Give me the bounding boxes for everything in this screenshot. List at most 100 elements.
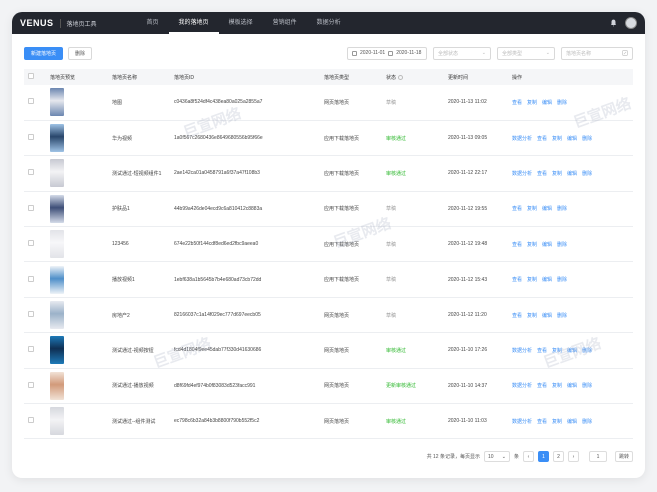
view-link[interactable]: 查看: [512, 206, 522, 212]
row-checkbox[interactable]: [28, 417, 34, 424]
view-link[interactable]: 查看: [537, 171, 547, 177]
view-link[interactable]: 查看: [537, 383, 547, 389]
table-row[interactable]: 护肤品1 44b99a426de04ecd9c6a810412c8883a 应用下载…: [24, 191, 633, 228]
nav-my-pages[interactable]: 我的落地页: [168, 12, 219, 34]
select-all-cell[interactable]: [24, 69, 46, 85]
search-icon[interactable]: [622, 50, 628, 56]
page-thumbnail[interactable]: [50, 159, 64, 188]
delete-link[interactable]: 删除: [582, 383, 592, 389]
copy-link[interactable]: 复制: [552, 419, 562, 425]
delete-link[interactable]: 删除: [582, 348, 592, 354]
row-select-cell[interactable]: [24, 85, 46, 121]
bell-icon[interactable]: [610, 19, 617, 27]
edit-link[interactable]: 编辑: [542, 100, 552, 106]
date-range-picker[interactable]: 2020-11-01 2020-11-18: [347, 46, 427, 60]
analytics-link[interactable]: 数据分析: [512, 383, 532, 389]
analytics-link[interactable]: 数据分析: [512, 171, 532, 177]
page-thumbnail[interactable]: [50, 371, 64, 400]
row-checkbox[interactable]: [28, 381, 34, 388]
create-page-button[interactable]: 新建落地页: [24, 46, 64, 60]
nav-analytics[interactable]: 数据分析: [307, 12, 351, 34]
nav-components[interactable]: 营销组件: [263, 12, 307, 34]
table-row[interactable]: 测试通过-视频按钮 fcd4d1804f9ee45dab77f330d416306…: [24, 332, 633, 369]
view-link[interactable]: 查看: [512, 313, 522, 319]
view-link[interactable]: 查看: [537, 419, 547, 425]
table-row[interactable]: 华为视频 1a0f567c2680436e8649680556b95f66e 应用下…: [24, 120, 633, 157]
delete-link[interactable]: 删除: [557, 242, 567, 248]
prev-page-button[interactable]: ‹: [522, 451, 534, 462]
nav-templates[interactable]: 模板选择: [219, 12, 263, 34]
row-checkbox[interactable]: [28, 346, 34, 353]
row-select-cell[interactable]: [24, 368, 46, 405]
row-select-cell[interactable]: [24, 297, 46, 334]
analytics-link[interactable]: 数据分析: [512, 419, 532, 425]
delete-link[interactable]: 删除: [582, 136, 592, 142]
delete-link[interactable]: 删除: [557, 277, 567, 283]
next-page-button[interactable]: ›: [567, 451, 579, 462]
copy-link[interactable]: 复制: [552, 171, 562, 177]
table-row[interactable]: 房地产2 82166037c1a14f029ec777d697eecb05 网页落地…: [24, 297, 633, 334]
edit-link[interactable]: 编辑: [542, 206, 552, 212]
table-row[interactable]: 123456 674e22b50f144cdf8ed6ed2fbc9aeea0 应用…: [24, 226, 633, 263]
page-thumbnail[interactable]: [50, 124, 64, 153]
view-link[interactable]: 查看: [512, 242, 522, 248]
view-link[interactable]: 查看: [537, 136, 547, 142]
edit-link[interactable]: 编辑: [567, 136, 577, 142]
table-row[interactable]: 地图 c0436a8f524df4c438ea80a025a2855a7 网页落地页…: [24, 85, 633, 121]
copy-link[interactable]: 复制: [552, 383, 562, 389]
jump-button[interactable]: 跳转: [614, 451, 633, 462]
row-checkbox[interactable]: [28, 275, 34, 282]
row-checkbox[interactable]: [28, 169, 34, 176]
copy-link[interactable]: 复制: [552, 348, 562, 354]
row-select-cell[interactable]: [24, 226, 46, 263]
page-thumbnail[interactable]: [50, 265, 64, 294]
row-select-cell[interactable]: [24, 403, 46, 440]
delete-button[interactable]: 删除: [68, 46, 93, 60]
delete-link[interactable]: 删除: [557, 100, 567, 106]
page-thumbnail[interactable]: [50, 194, 64, 223]
edit-link[interactable]: 编辑: [567, 171, 577, 177]
analytics-link[interactable]: 数据分析: [512, 136, 532, 142]
nav-home[interactable]: 首页: [137, 12, 169, 34]
row-checkbox[interactable]: [28, 204, 34, 211]
table-row[interactable]: 播放视频1 1ebf638a1b5645b7b4e680ad73cb72dd 应用下…: [24, 261, 633, 298]
copy-link[interactable]: 复制: [552, 136, 562, 142]
delete-link[interactable]: 删除: [557, 206, 567, 212]
page-size-select[interactable]: 10 ⌄: [483, 451, 510, 462]
copy-link[interactable]: 复制: [527, 206, 537, 212]
select-all-checkbox[interactable]: [28, 73, 34, 79]
row-checkbox[interactable]: [28, 311, 34, 318]
table-row[interactable]: 测试通过-短视频组件1 2ae142ca01a0458791a6f37a47f10…: [24, 155, 633, 192]
row-select-cell[interactable]: [24, 120, 46, 157]
page-thumbnail[interactable]: [50, 88, 64, 117]
copy-link[interactable]: 复制: [527, 100, 537, 106]
page-thumbnail[interactable]: [50, 336, 64, 365]
delete-link[interactable]: 删除: [582, 419, 592, 425]
edit-link[interactable]: 编辑: [567, 383, 577, 389]
page-2-button[interactable]: 2: [552, 451, 564, 462]
row-checkbox[interactable]: [28, 240, 34, 247]
delete-link[interactable]: 删除: [557, 313, 567, 319]
view-link[interactable]: 查看: [512, 100, 522, 106]
copy-link[interactable]: 复制: [527, 313, 537, 319]
delete-link[interactable]: 删除: [582, 171, 592, 177]
jump-page-input[interactable]: 1: [588, 451, 607, 462]
row-select-cell[interactable]: [24, 191, 46, 228]
table-row[interactable]: 测试通过--组件测试 ec798c6b32a84b3b8800f790b552f5…: [24, 403, 633, 440]
row-select-cell[interactable]: [24, 261, 46, 298]
row-checkbox[interactable]: [28, 134, 34, 141]
search-input[interactable]: 落地页名称: [561, 46, 633, 60]
copy-link[interactable]: 复制: [527, 277, 537, 283]
page-thumbnail[interactable]: [50, 301, 64, 330]
view-link[interactable]: 查看: [537, 348, 547, 354]
analytics-link[interactable]: 数据分析: [512, 348, 532, 354]
edit-link[interactable]: 编辑: [542, 313, 552, 319]
row-select-cell[interactable]: [24, 332, 46, 369]
edit-link[interactable]: 编辑: [567, 419, 577, 425]
page-1-button[interactable]: 1: [537, 451, 549, 462]
avatar[interactable]: [625, 17, 637, 29]
row-checkbox[interactable]: [28, 98, 34, 105]
view-link[interactable]: 查看: [512, 277, 522, 283]
copy-link[interactable]: 复制: [527, 242, 537, 248]
table-row[interactable]: 测试通过-播放视频 d8f69fd4ef974b0f83083d523facc99…: [24, 368, 633, 405]
